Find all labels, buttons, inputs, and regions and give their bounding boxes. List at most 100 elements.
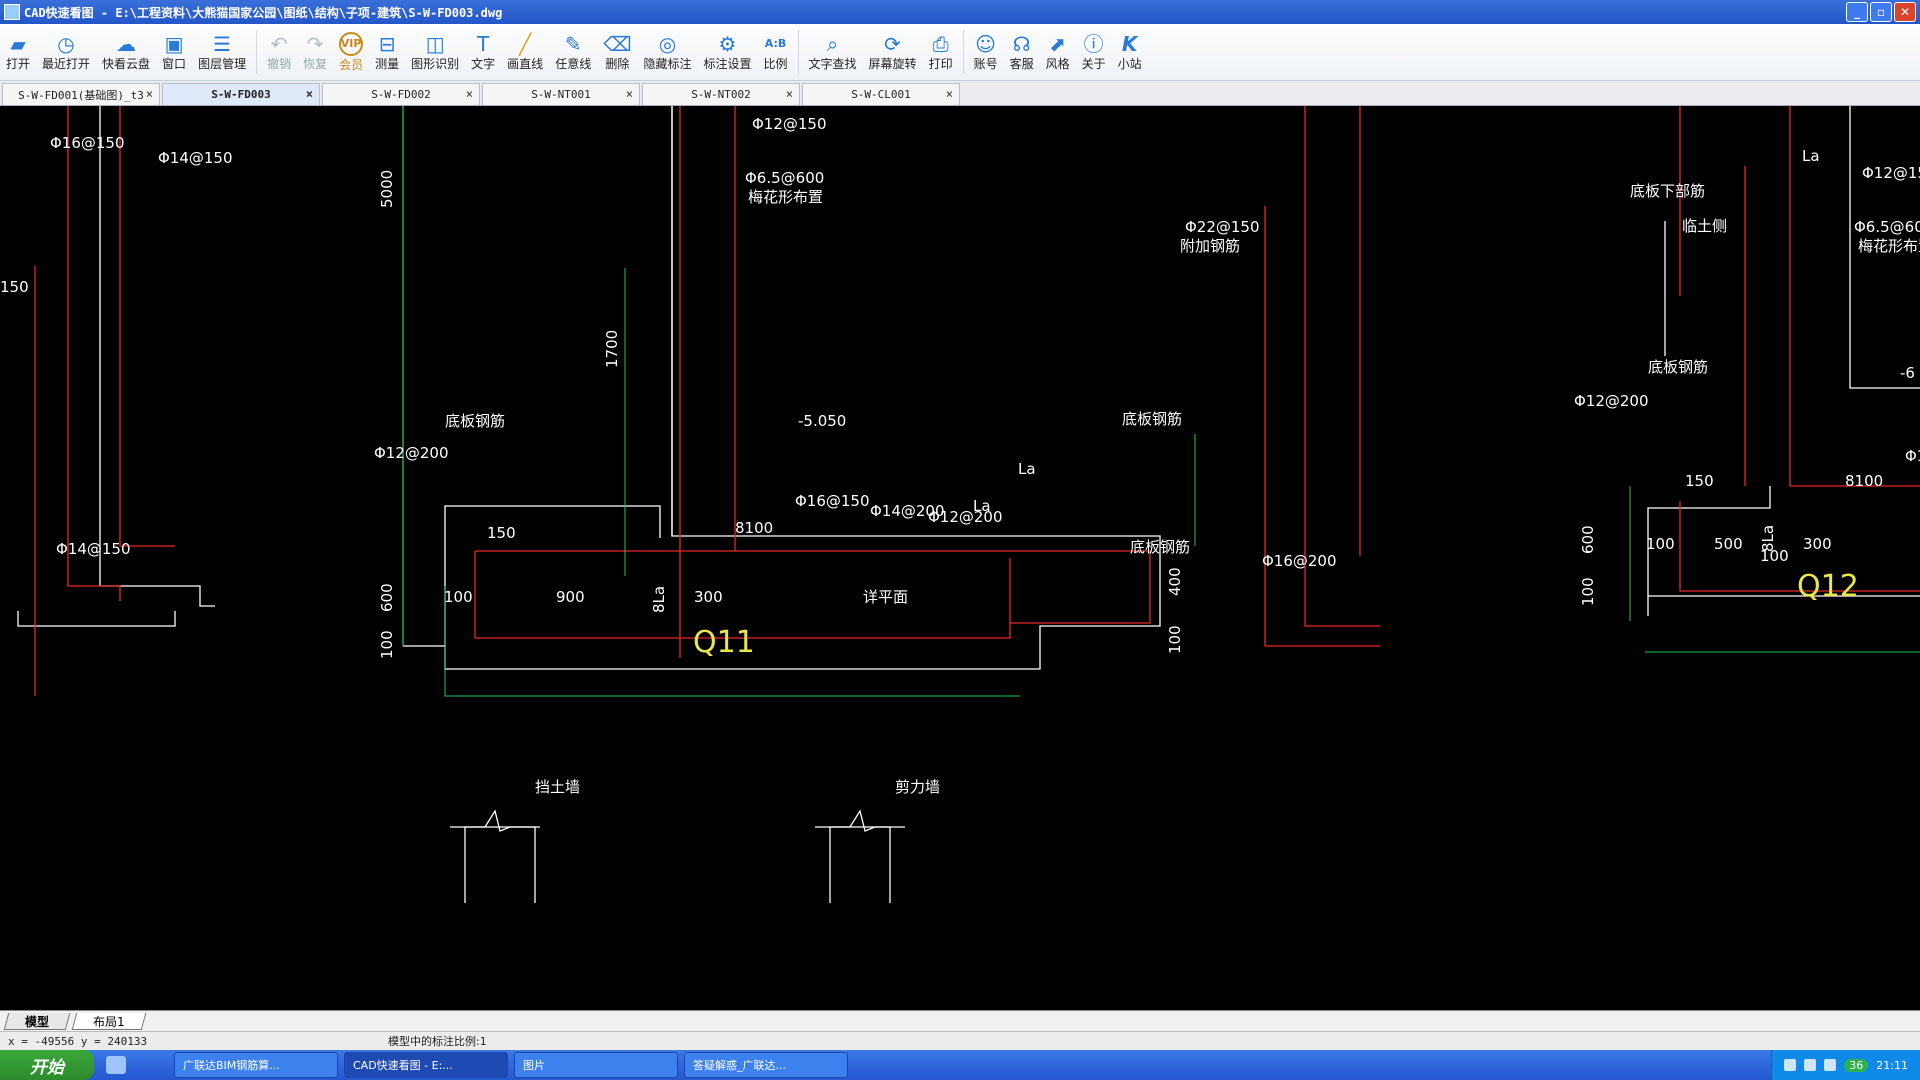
window-button[interactable]: ▣ 窗口	[156, 26, 192, 78]
vip-button[interactable]: VIP 会员	[333, 26, 369, 78]
close-tab-icon[interactable]: ×	[626, 87, 633, 101]
wall-outline	[444, 505, 661, 646]
close-tab-icon[interactable]: ×	[306, 87, 313, 101]
network-icon[interactable]	[1824, 1059, 1837, 1071]
wall-outline	[17, 611, 176, 627]
dim-label: 100	[378, 630, 396, 659]
task-cad-viewer[interactable]: CAD快速看图 - E:...	[344, 1052, 508, 1078]
toolbar-separator	[797, 30, 799, 74]
la-label: La	[1018, 460, 1036, 478]
close-button[interactable]: ✕	[1894, 2, 1916, 22]
dim-label: 100	[1646, 535, 1675, 553]
window-icon: ▣	[164, 31, 184, 56]
maximize-button[interactable]: ▫	[1870, 2, 1892, 22]
tab-model[interactable]: 模型	[3, 1012, 71, 1030]
rebar-line	[1264, 206, 1380, 647]
close-tab-icon[interactable]: ×	[466, 87, 473, 101]
tab-s-w-fd001[interactable]: S-W-FD001(基础图)_t3 ×	[2, 83, 160, 105]
close-tab-icon[interactable]: ×	[946, 87, 953, 101]
task-qa[interactable]: 答疑解惑_广联达...	[684, 1052, 848, 1078]
minimize-button[interactable]: _	[1846, 2, 1868, 22]
tab-s-w-cl001[interactable]: S-W-CL001 ×	[802, 83, 960, 105]
document-tabs: S-W-FD001(基础图)_t3 × S-W-FD003 × S-W-FD002 ×…	[0, 81, 1920, 106]
undo-button[interactable]: ↶ 撤销	[261, 26, 297, 78]
measure-button[interactable]: ⊟ 测量	[369, 26, 405, 78]
help-icon[interactable]	[1804, 1059, 1817, 1071]
wall-outline	[99, 106, 215, 607]
folder-icon: ▰	[10, 31, 26, 56]
rotate-screen-button[interactable]: ⟳ 屏幕旋转	[863, 26, 923, 78]
system-tray: 36 21:11	[1771, 1050, 1920, 1080]
wall-label: 剪力墙	[895, 778, 940, 796]
rebar-label: 底板钢筋	[445, 412, 505, 430]
drawing-canvas[interactable]: Φ16@150 Φ14@150 150 Φ14@150 Φ12@150 Φ6.5…	[0, 92, 1920, 1010]
rebar-label: 附加钢筋	[1180, 237, 1240, 255]
layers-button[interactable]: ☰ 图层管理	[192, 26, 252, 78]
support-button[interactable]: ☊ 客服	[1004, 26, 1040, 78]
section-title-q12: Q12	[1797, 569, 1859, 604]
task-pictures[interactable]: 图片	[514, 1052, 678, 1078]
site-button[interactable]: K 小站	[1112, 26, 1148, 78]
redo-button[interactable]: ↷ 恢复	[297, 26, 333, 78]
task-glodon-bim[interactable]: 广联达BIM钢筋算...	[174, 1052, 338, 1078]
dim-label: 300	[1803, 535, 1832, 553]
dim-label: 600	[378, 583, 396, 612]
tab-layout1[interactable]: 布局1	[71, 1012, 146, 1030]
rebar-label: Φ14@150	[158, 149, 233, 167]
tray-badge[interactable]: 36	[1844, 1058, 1869, 1072]
scale-icon: A:B	[764, 36, 787, 50]
dim-label: 100	[1166, 625, 1184, 654]
rebar-label: Φ16@150	[50, 134, 125, 152]
dim-label: 900	[556, 588, 585, 606]
dim-label: 150	[1685, 472, 1714, 490]
open-button[interactable]: ▰ 打开	[0, 26, 36, 78]
rebar-label: 梅花形布置	[1858, 237, 1920, 255]
line-icon: ╱	[519, 31, 532, 56]
measure-icon: ⊟	[378, 31, 396, 56]
tab-s-w-fd002[interactable]: S-W-FD002 ×	[322, 83, 480, 105]
keyboard-icon[interactable]	[1784, 1059, 1797, 1071]
cloud-button[interactable]: ☁ 快看云盘	[96, 26, 156, 78]
tab-s-w-fd003[interactable]: S-W-FD003 ×	[162, 83, 320, 105]
dim-label: 5000	[378, 170, 396, 208]
scale-button[interactable]: A:B 比例	[758, 26, 794, 78]
dim-label: -6	[1900, 364, 1915, 382]
quick-launch-icon[interactable]	[106, 1056, 126, 1074]
redo-icon: ↷	[306, 31, 324, 56]
dim-label: 1700	[603, 330, 621, 368]
delete-button[interactable]: ⌫ 删除	[597, 26, 637, 78]
start-button[interactable]: 开始	[0, 1050, 94, 1080]
recent-button[interactable]: ◷ 最近打开	[36, 26, 96, 78]
line-button[interactable]: ╱ 画直线	[501, 26, 549, 78]
rebar-label: Φ6.5@600	[1854, 218, 1920, 236]
account-button[interactable]: ☺ 账号	[968, 26, 1004, 78]
wall-outline	[815, 809, 905, 832]
tab-s-w-nt002[interactable]: S-W-NT002 ×	[642, 83, 800, 105]
shape-recognize-button[interactable]: ◫ 图形识别	[405, 26, 465, 78]
rebar-label: Φ22@150	[1185, 218, 1260, 236]
wall-label: 挡土墙	[535, 778, 580, 796]
print-button[interactable]: ⎙ 打印	[923, 26, 959, 78]
text-search-button[interactable]: ⌕ 文字查找	[803, 26, 863, 78]
shape-recognize-icon: ◫	[425, 31, 445, 56]
close-tab-icon[interactable]: ×	[786, 87, 793, 101]
close-tab-icon[interactable]: ×	[146, 87, 153, 101]
wall-outline	[450, 809, 540, 832]
toolbar-separator	[256, 30, 258, 74]
rebar-label: Φ1	[1905, 447, 1920, 465]
tab-s-w-nt001[interactable]: S-W-NT001 ×	[482, 83, 640, 105]
dim-label: 100	[444, 588, 473, 606]
annotation-settings-button[interactable]: ⚙ 标注设置	[698, 26, 758, 78]
title-bar: CAD快速看图 - E:\工程资料\大熊猫国家公园\图纸\结构\子项-建筑\S-…	[0, 0, 1920, 24]
freehand-button[interactable]: ✎ 任意线	[549, 26, 597, 78]
text-button[interactable]: T 文字	[465, 26, 501, 78]
about-button[interactable]: ⓘ 关于	[1076, 26, 1112, 78]
cloud-icon: ☁	[116, 31, 137, 56]
la-label: La	[1802, 106, 1820, 110]
hide-annotation-button[interactable]: ◎ 隐藏标注	[637, 26, 697, 78]
main-toolbar: ▰ 打开 ◷ 最近打开 ☁ 快看云盘 ▣ 窗口 ☰ 图层管理 ↶ 撤销 ↷ 恢复 VIP 会员 …	[0, 24, 1920, 81]
style-button[interactable]: ⬈ 风格	[1040, 26, 1076, 78]
dim-label: 400	[1166, 567, 1184, 596]
rebar-label: Φ12@200	[374, 444, 449, 462]
dim-label: 8100	[1845, 472, 1883, 490]
